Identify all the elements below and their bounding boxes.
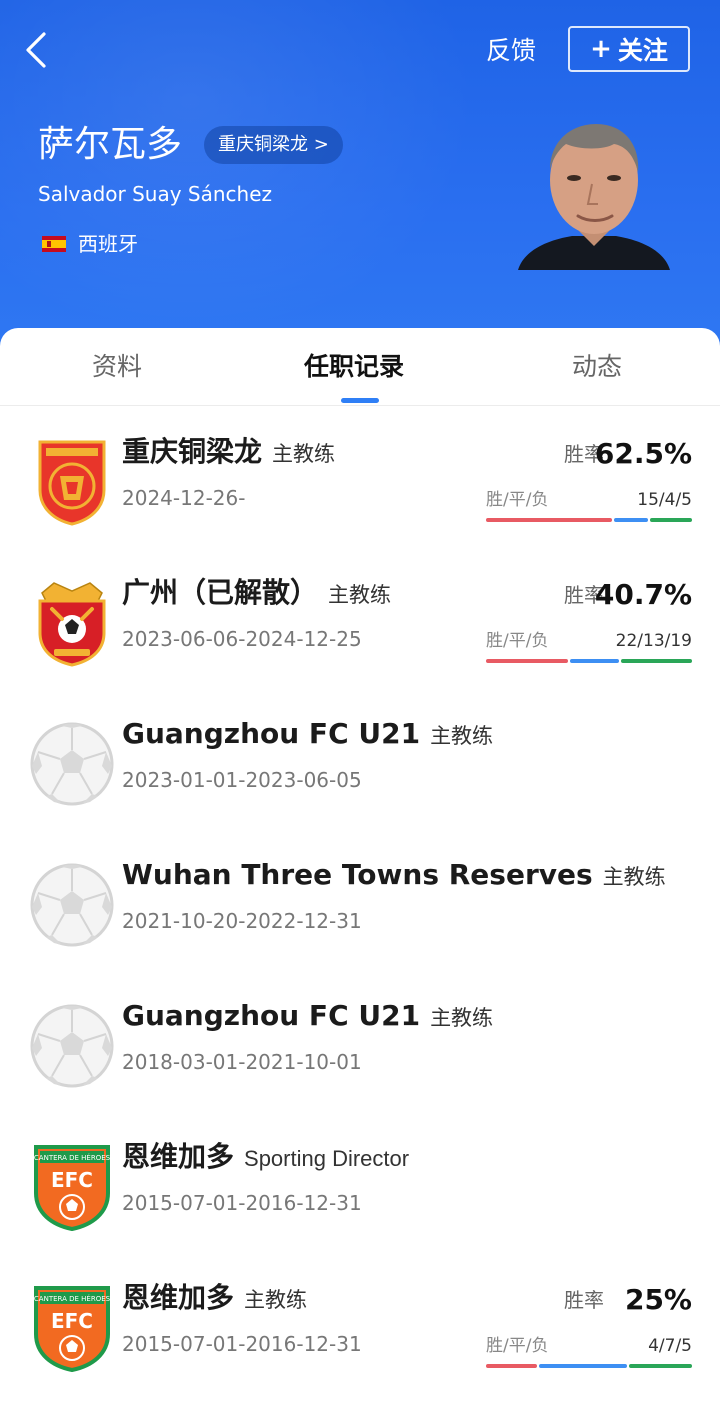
wdl-label: 胜/平/负	[486, 490, 549, 510]
draw-segment	[538, 1364, 627, 1368]
wdl-bar	[486, 1364, 692, 1368]
plus-icon: +	[590, 34, 612, 64]
wdl-value: 22/13/19	[615, 631, 692, 651]
record-stats: 胜率 62.5% 胜/平/负 15/4/5	[486, 432, 692, 542]
wdl-value: 4/7/5	[648, 1336, 692, 1356]
career-row[interactable]: Wuhan Three Towns Reserves 主教练 2021-10-20…	[0, 843, 720, 983]
career-row[interactable]: Guangzhou FC U21 主教练 2018-03-01-2021-10-0…	[0, 984, 720, 1124]
nationality: 西班牙	[42, 230, 138, 258]
soccer-ball-icon	[30, 1002, 114, 1090]
tab-bar: 资料 任职记录 动态	[0, 328, 720, 406]
draw-segment	[614, 518, 648, 522]
follow-label: 关注	[617, 36, 668, 65]
tenure-dates: 2023-01-01-2023-06-05	[122, 768, 362, 792]
coach-name-chinese: 萨尔瓦多	[38, 124, 183, 165]
club-name: Guangzhou FC U21 主教练	[122, 999, 494, 1032]
career-row[interactable]: 广州（已解散） 主教练 2023-06-06-2024-12-25 胜率 40.7…	[0, 561, 720, 701]
logo-text-cantera: CANTERA DE HÉROES	[34, 1153, 111, 1162]
career-row[interactable]: Guangzhou FC U21 主教练 2023-01-01-2023-06-0…	[0, 702, 720, 842]
chongqing-tongliangloong-logo	[30, 438, 114, 526]
tenure-dates: 2024-12-26-	[122, 486, 246, 510]
wdl-value: 15/4/5	[637, 490, 692, 510]
logo-text-efc: EFC	[51, 1309, 93, 1333]
win-segment	[486, 659, 569, 663]
role-label: 主教练	[430, 724, 494, 748]
club-name: 重庆铜梁龙 主教练	[122, 435, 336, 468]
record-stats: 胜率 25% 胜/平/负 4/7/5	[486, 1278, 692, 1388]
win-segment	[486, 518, 613, 522]
loss-segment	[628, 1364, 692, 1368]
content-card: 资料 任职记录 动态 重庆铜梁龙 主教练 2024-12-26- 胜率 62.5%…	[0, 328, 720, 1418]
tenure-dates: 2015-07-01-2016-12-31	[122, 1191, 362, 1215]
club-name: Wuhan Three Towns Reserves 主教练	[122, 858, 666, 891]
win-rate-value: 62.5%	[594, 437, 692, 470]
logo-text-efc: EFC	[51, 1168, 93, 1192]
club-name: Guangzhou FC U21 主教练	[122, 717, 494, 750]
club-name: 恩维加多 Sporting Director	[122, 1140, 410, 1173]
logo-text-cantera: CANTERA DE HÉROES	[34, 1294, 111, 1303]
back-arrow-icon[interactable]	[18, 28, 58, 72]
tenure-dates: 2018-03-01-2021-10-01	[122, 1050, 362, 1074]
guangzhou-fc-logo	[30, 579, 114, 667]
tab-news[interactable]: 动态	[572, 348, 622, 386]
loss-segment	[620, 659, 692, 663]
draw-segment	[570, 659, 619, 663]
wdl-bar	[486, 518, 692, 522]
role-label: Sporting Director	[244, 1146, 410, 1171]
spain-flag-icon	[42, 236, 66, 252]
soccer-ball-icon	[30, 720, 114, 808]
wdl-label: 胜/平/负	[486, 1336, 549, 1356]
club-name: 恩维加多 主教练	[122, 1281, 308, 1314]
win-rate-value: 25%	[624, 1283, 692, 1316]
loss-segment	[649, 518, 692, 522]
tab-active-indicator	[341, 398, 379, 403]
win-segment	[486, 1364, 537, 1368]
envigado-fc-logo: CANTERA DE HÉROES EFC	[30, 1284, 114, 1373]
tab-profile[interactable]: 资料	[92, 348, 142, 386]
current-team-chip[interactable]: 重庆铜梁龙 >	[204, 126, 343, 164]
club-name: 广州（已解散） 主教练	[122, 576, 392, 609]
coach-photo	[514, 118, 674, 270]
envigado-fc-logo: CANTERA DE HÉROES EFC	[30, 1143, 114, 1232]
tenure-dates: 2021-10-20-2022-12-31	[122, 909, 362, 933]
career-row[interactable]: CANTERA DE HÉROES EFC 恩维加多 Sporting Direc…	[0, 1125, 720, 1265]
role-label: 主教练	[244, 1288, 308, 1312]
role-label: 主教练	[602, 865, 666, 889]
record-stats: 胜率 40.7% 胜/平/负 22/13/19	[486, 573, 692, 683]
tab-career[interactable]: 任职记录	[304, 348, 404, 386]
nationality-label: 西班牙	[78, 232, 138, 256]
wdl-label: 胜/平/负	[486, 631, 549, 651]
win-rate-value: 40.7%	[594, 578, 692, 611]
role-label: 主教练	[430, 1006, 494, 1030]
tenure-dates: 2015-07-01-2016-12-31	[122, 1332, 362, 1356]
career-row[interactable]: CANTERA DE HÉROES EFC 恩维加多 主教练 2015-07-01…	[0, 1266, 720, 1406]
career-row[interactable]: 重庆铜梁龙 主教练 2024-12-26- 胜率 62.5% 胜/平/负 15/4…	[0, 420, 720, 560]
role-label: 主教练	[272, 442, 336, 466]
win-rate-label: 胜率	[564, 1288, 604, 1312]
soccer-ball-icon	[30, 861, 114, 949]
coach-name-english: Salvador Suay Sánchez	[38, 182, 273, 206]
feedback-button[interactable]: 反馈	[486, 34, 536, 68]
coach-header: 反馈 + 关注 萨尔瓦多 重庆铜梁龙 > Salvador Suay Sánch…	[0, 0, 720, 360]
role-label: 主教练	[328, 583, 392, 607]
tenure-dates: 2023-06-06-2024-12-25	[122, 627, 362, 651]
follow-button[interactable]: + 关注	[568, 26, 690, 72]
wdl-bar	[486, 659, 692, 663]
